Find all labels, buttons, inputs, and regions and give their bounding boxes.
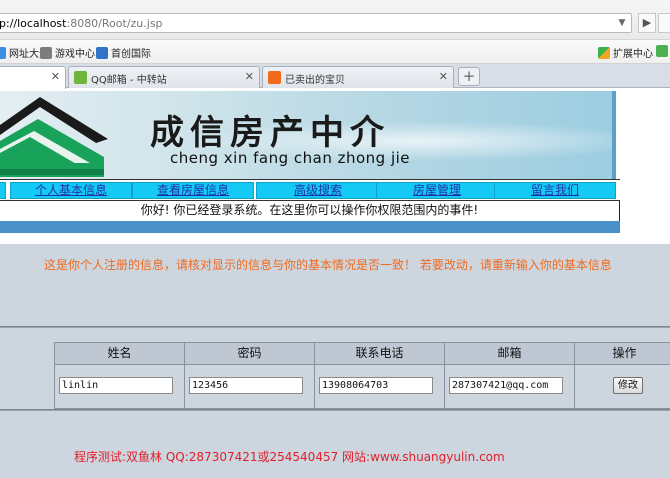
close-icon[interactable]: ✕	[439, 70, 448, 83]
nav-advanced-search[interactable]: 高级搜索	[256, 182, 380, 199]
main-nav: 个人基本信息 查看房屋信息 高级搜索 房屋管理 留言我们	[0, 179, 620, 201]
bookmark-item[interactable]: 首创国际	[96, 45, 151, 60]
table-cell: 287307421@qq.com	[445, 365, 575, 409]
header-name: 姓名	[55, 343, 185, 365]
extension-icon	[598, 46, 610, 59]
banner-subtitle: cheng xin fang chan zhong jie	[170, 149, 411, 167]
site-banner: 成信房产中介 cheng xin fang chan zhong jie	[0, 91, 614, 179]
header-phone: 联系电话	[315, 343, 445, 365]
url-host: p://localhost	[0, 17, 67, 30]
tab-current[interactable]: ✕	[0, 66, 66, 89]
phone-input[interactable]: 13908064703	[319, 377, 433, 394]
table-cell: 123456	[185, 365, 315, 409]
gamepad-icon	[40, 46, 52, 59]
nav-contact-us[interactable]: 留言我们	[494, 182, 616, 199]
bookmark-label: 游戏中心	[55, 49, 95, 60]
bookmark-item[interactable]: 扩展中心	[598, 45, 653, 60]
password-input[interactable]: 123456	[189, 377, 303, 394]
address-bar: p://localhost:8080/Root/zu.jsp ▼ ▶	[0, 0, 670, 40]
app-icon	[656, 45, 668, 57]
site-logo-icon	[96, 46, 108, 59]
footer-credits: 程序测试:双鱼林 QQ:287307421或254540457 网站:www.s…	[74, 450, 505, 464]
bookmark-item[interactable]: 游戏中心	[40, 45, 95, 60]
table-cell: linlin	[55, 365, 185, 409]
nav-view-houses[interactable]: 查看房屋信息	[132, 182, 254, 199]
nav-house-management[interactable]: 房屋管理	[376, 182, 498, 199]
table-cell: 修改	[575, 365, 670, 409]
welcome-message: 你好! 你已经登录系统。在这里你可以操作你权限范围内的事件!	[0, 201, 620, 221]
banner-border	[612, 91, 616, 179]
header-password: 密码	[185, 343, 315, 365]
nav-personal-info[interactable]: 个人基本信息	[10, 182, 132, 199]
banner-title: 成信房产中介	[150, 113, 390, 153]
bookmark-label: 扩展中心	[613, 49, 653, 60]
email-input[interactable]: 287307421@qq.com	[449, 377, 563, 394]
user-info-table: 姓名 密码 联系电话 邮箱 操作 linlin 123456 139080647…	[54, 342, 670, 410]
tab-sold-items[interactable]: 已卖出的宝贝 ✕	[262, 66, 454, 88]
header-divider	[0, 221, 620, 233]
chevron-down-icon[interactable]: ▼	[615, 16, 629, 30]
header-action: 操作	[575, 343, 670, 365]
bookmark-label: 首创国际	[111, 49, 151, 60]
url-path: :8080/Root/zu.jsp	[66, 17, 163, 30]
tab-qq-mail[interactable]: QQ邮箱 - 中转站 ✕	[68, 66, 260, 88]
house-logo-icon	[0, 97, 108, 177]
edit-button[interactable]: 修改	[613, 377, 643, 394]
divider	[0, 409, 670, 411]
bookmark-item[interactable]	[656, 45, 668, 57]
close-icon[interactable]: ✕	[245, 70, 254, 83]
notice-text: 这是你个人注册的信息，请核对显示的信息与你的基本情况是否一致！ 若要改动，请重新…	[44, 258, 612, 272]
close-icon[interactable]: ✕	[51, 70, 60, 83]
taobao-icon	[268, 71, 281, 84]
url-input[interactable]: p://localhost:8080/Root/zu.jsp ▼	[0, 13, 632, 33]
new-tab-button[interactable]: +	[458, 67, 480, 86]
extension-icon[interactable]	[658, 13, 670, 33]
header-email: 邮箱	[445, 343, 575, 365]
globe-icon	[0, 46, 6, 59]
tab-strip: ✕ QQ邮箱 - 中转站 ✕ 已卖出的宝贝 ✕ +	[0, 64, 670, 89]
bookmarks-bar: 网址大全 游戏中心 首创国际 扩展中心	[0, 40, 670, 64]
nav-edge	[0, 182, 6, 199]
go-arrow-icon[interactable]: ▶	[638, 13, 656, 33]
table-cell: 13908064703	[315, 365, 445, 409]
divider	[0, 326, 670, 328]
qq-mail-icon	[74, 71, 87, 84]
content-area: 这是你个人注册的信息，请核对显示的信息与你的基本情况是否一致！ 若要改动，请重新…	[0, 244, 670, 478]
name-input[interactable]: linlin	[59, 377, 173, 394]
